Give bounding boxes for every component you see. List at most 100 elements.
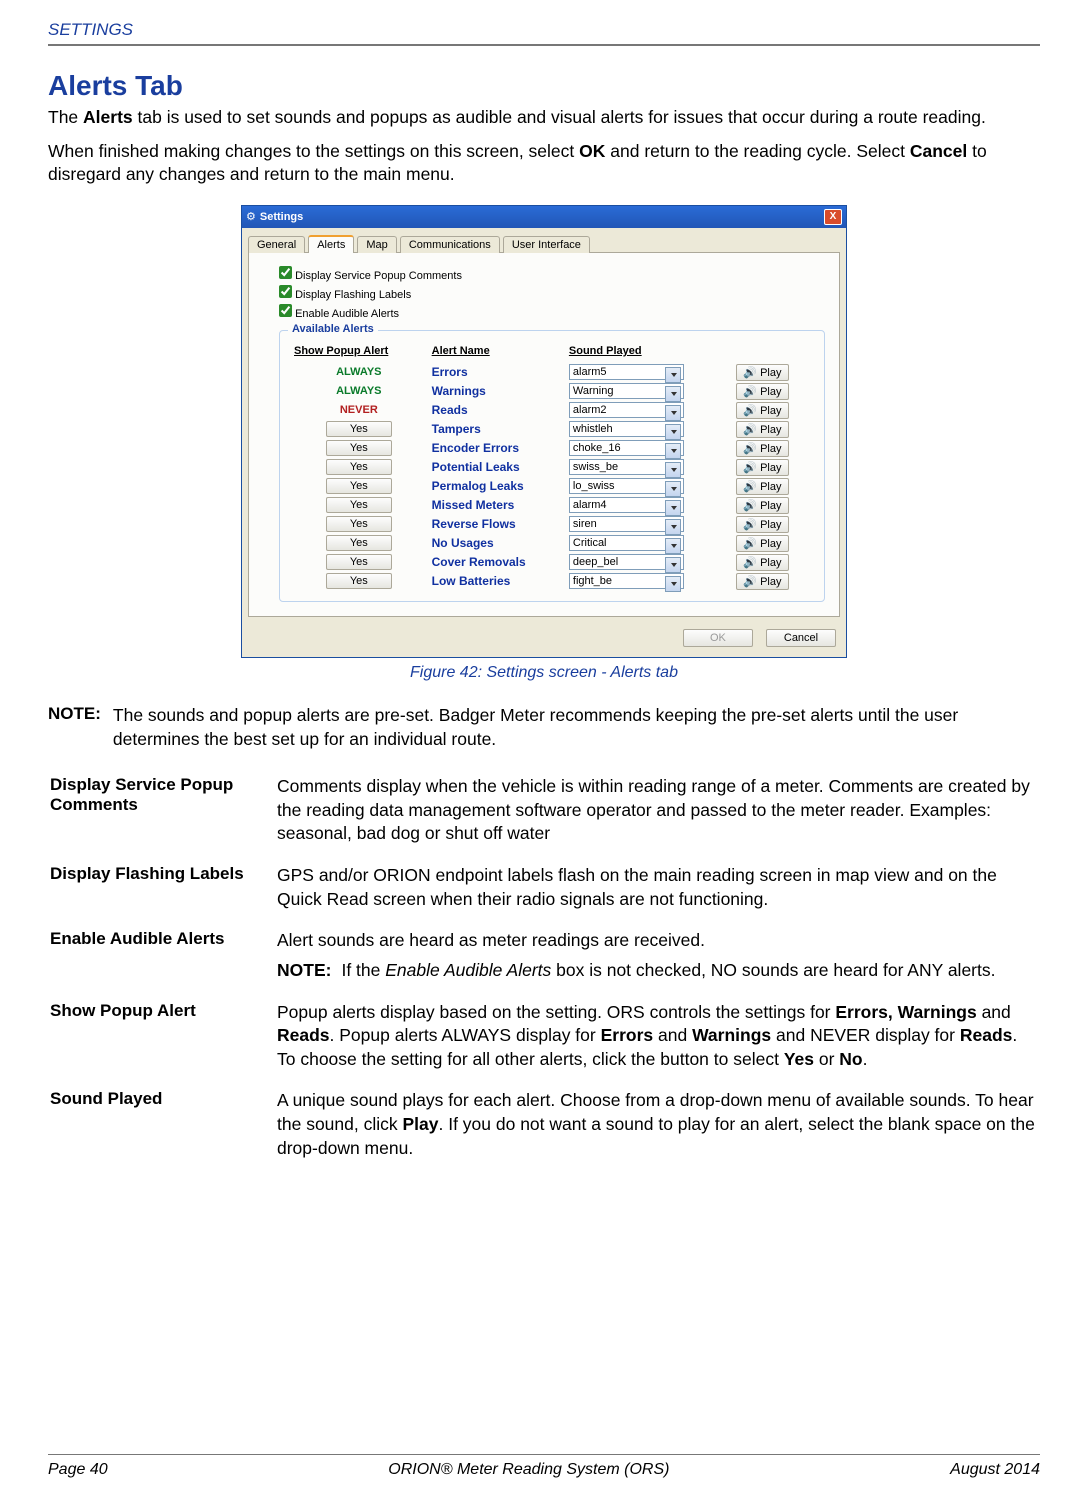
bold-alerts: Alerts	[83, 107, 133, 127]
intro-paragraph-2: When finished making changes to the sett…	[48, 140, 1040, 187]
footer-left: Page 40	[48, 1461, 108, 1479]
text: When finished making changes to the sett…	[48, 141, 579, 161]
popup-yes-no-button[interactable]: Yes	[326, 573, 392, 589]
definition-desc: A unique sound plays for each alert. Cho…	[277, 1081, 1038, 1168]
alert-name: Encoder Errors	[432, 441, 519, 455]
play-button[interactable]: 🔊 Play	[736, 478, 788, 495]
sound-select[interactable]: deep_bel	[569, 554, 684, 570]
table-row: ALWAYSWarningsWarning🔊 Play	[290, 382, 814, 401]
play-button[interactable]: 🔊 Play	[736, 497, 788, 514]
tab-general[interactable]: General	[248, 236, 305, 253]
definition-term: Enable Audible Alerts	[50, 921, 275, 990]
sound-select[interactable]: whistleh	[569, 421, 684, 437]
play-button[interactable]: 🔊 Play	[736, 402, 788, 419]
play-button[interactable]: 🔊 Play	[736, 573, 788, 590]
play-button[interactable]: 🔊 Play	[736, 364, 788, 381]
bold-cancel: Cancel	[910, 141, 967, 161]
intro-paragraph-1: The Alerts tab is used to set sounds and…	[48, 106, 1040, 130]
section-title: Alerts Tab	[48, 70, 1040, 102]
definition-term: Display Service Popup Comments	[50, 767, 275, 854]
checkbox-row: Enable Audible Alerts	[279, 304, 825, 320]
table-row: Yes Encoder Errors choke_16 🔊 Play	[290, 439, 814, 458]
display-service-popup-checkbox[interactable]	[279, 266, 292, 279]
definition-desc: GPS and/or ORION endpoint labels flash o…	[277, 856, 1038, 919]
available-alerts-group: Available Alerts Show Popup Alert Alert …	[279, 330, 825, 602]
play-button[interactable]: 🔊 Play	[736, 440, 788, 457]
inner-note: NOTE:If the Enable Audible Alerts box is…	[277, 959, 1038, 983]
t: . Popup alerts ALWAYS display for	[330, 1025, 601, 1045]
settings-window: ⚙ Settings X General Alerts Map Communic…	[241, 205, 847, 658]
sound-select[interactable]: siren	[569, 516, 684, 532]
tab-alerts[interactable]: Alerts	[308, 235, 354, 253]
col-show-popup: Show Popup Alert	[290, 343, 428, 363]
text: and return to the reading cycle. Select	[605, 141, 909, 161]
table-row: NEVERReadsalarm2🔊 Play	[290, 401, 814, 420]
play-button[interactable]: 🔊 Play	[736, 383, 788, 400]
alert-name: Low Batteries	[432, 574, 511, 588]
sound-select[interactable]: alarm4	[569, 497, 684, 513]
popup-yes-no-button[interactable]: Yes	[326, 535, 392, 551]
checkbox-label: Display Flashing Labels	[295, 289, 411, 301]
tab-communications[interactable]: Communications	[400, 236, 500, 253]
sound-select[interactable]: choke_16	[569, 440, 684, 456]
text: box is not checked, NO sounds are heard …	[551, 960, 995, 980]
note-label: NOTE:	[48, 704, 101, 751]
tab-body: Display Service Popup Comments Display F…	[248, 252, 840, 617]
tab-user-interface[interactable]: User Interface	[503, 236, 590, 253]
play-button[interactable]: 🔊 Play	[736, 459, 788, 476]
b: Yes	[784, 1049, 814, 1069]
gear-icon: ⚙	[246, 210, 256, 223]
text: The	[48, 107, 83, 127]
definition-desc: Popup alerts display based on the settin…	[277, 993, 1038, 1080]
enable-audible-alerts-checkbox[interactable]	[279, 304, 292, 317]
text: tab is used to set sounds and popups as …	[133, 107, 986, 127]
definition-term: Sound Played	[50, 1081, 275, 1168]
t: or	[814, 1049, 839, 1069]
checkbox-label: Enable Audible Alerts	[295, 308, 399, 320]
top-rule	[48, 44, 1040, 46]
tab-map[interactable]: Map	[357, 236, 396, 253]
popup-yes-no-button[interactable]: Yes	[326, 440, 392, 456]
table-row: Yes No Usages Critical 🔊 Play	[290, 534, 814, 553]
sound-select[interactable]: Warning	[569, 383, 684, 399]
popup-yes-no-button[interactable]: Yes	[326, 421, 392, 437]
play-button[interactable]: 🔊 Play	[736, 516, 788, 533]
sound-select[interactable]: lo_swiss	[569, 478, 684, 494]
alert-name: Missed Meters	[432, 498, 515, 512]
definition-row: Display Flashing Labels GPS and/or ORION…	[50, 856, 1038, 919]
play-button[interactable]: 🔊 Play	[736, 554, 788, 571]
t: and	[977, 1002, 1011, 1022]
display-flashing-labels-checkbox[interactable]	[279, 285, 292, 298]
b: No	[839, 1049, 862, 1069]
popup-yes-no-button[interactable]: Yes	[326, 497, 392, 513]
popup-yes-no-button[interactable]: Yes	[326, 554, 392, 570]
play-button[interactable]: 🔊 Play	[736, 421, 788, 438]
close-button[interactable]: X	[824, 209, 842, 225]
play-button[interactable]: 🔊 Play	[736, 535, 788, 552]
alert-name: No Usages	[432, 536, 494, 550]
definitions-table: Display Service Popup Comments Comments …	[48, 765, 1040, 1170]
sound-select[interactable]: alarm2	[569, 402, 684, 418]
cancel-button[interactable]: Cancel	[766, 629, 836, 647]
sound-select[interactable]: Critical	[569, 535, 684, 551]
sound-select[interactable]: swiss_be	[569, 459, 684, 475]
groupbox-title: Available Alerts	[288, 323, 378, 335]
text: If the	[341, 960, 385, 980]
alert-name: Permalog Leaks	[432, 479, 524, 493]
popup-yes-no-button[interactable]: Yes	[326, 459, 392, 475]
table-row: YesPotential Leaksswiss_be🔊 Play	[290, 458, 814, 477]
popup-yes-no-button[interactable]: Yes	[326, 516, 392, 532]
note-block: NOTE: The sounds and popup alerts are pr…	[48, 704, 1040, 751]
definition-term: Display Flashing Labels	[50, 856, 275, 919]
text: Alert sounds are heard as meter readings…	[277, 930, 705, 950]
ok-button[interactable]: OK	[683, 629, 753, 647]
b: Reads	[960, 1025, 1013, 1045]
dialog-buttons: OK Cancel	[242, 623, 846, 657]
table-row: ALWAYSErrorsalarm5🔊 Play	[290, 363, 814, 382]
popup-yes-no-button[interactable]: Yes	[326, 478, 392, 494]
sound-select[interactable]: fight_be	[569, 573, 684, 589]
sound-select[interactable]: alarm5	[569, 364, 684, 380]
alert-name: Tampers	[432, 422, 481, 436]
checkbox-label: Display Service Popup Comments	[295, 270, 462, 282]
alert-name: Reads	[432, 403, 468, 417]
